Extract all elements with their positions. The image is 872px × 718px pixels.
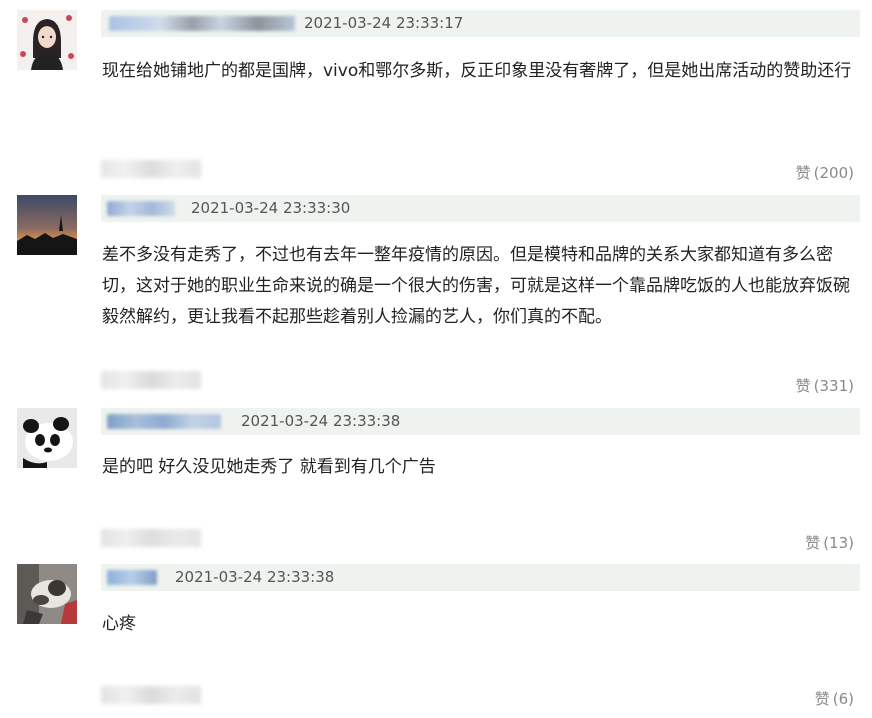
- comment-timestamp: 2021-03-24 23:33:17: [304, 14, 464, 32]
- comment-item: 2021-03-24 23:33:38 心疼 赞 (6): [0, 560, 872, 718]
- blurred-reply-area: [101, 529, 201, 547]
- blurred-username[interactable]: [107, 201, 175, 216]
- like-count: (200): [813, 164, 854, 182]
- like-count: (13): [823, 534, 854, 552]
- comment-header: 2021-03-24 23:33:17: [101, 10, 860, 37]
- avatar-image: [17, 10, 77, 70]
- like-button[interactable]: 赞 (13): [805, 533, 854, 553]
- like-label: 赞: [805, 534, 821, 552]
- comment-timestamp: 2021-03-24 23:33:30: [191, 199, 351, 217]
- comment-header: 2021-03-24 23:33:30: [101, 195, 860, 222]
- comment-item: 2021-03-24 23:33:38 是的吧 好久没见她走秀了 就看到有几个广…: [0, 404, 872, 560]
- blurred-username[interactable]: [107, 414, 221, 429]
- like-button[interactable]: 赞 (331): [796, 376, 854, 396]
- comment-item: 2021-03-24 23:33:17 现在给她铺地广的都是国牌，vivo和鄂尔…: [0, 0, 872, 190]
- avatar-image: [17, 564, 77, 624]
- user-avatar[interactable]: [17, 195, 77, 255]
- comment-header: 2021-03-24 23:33:38: [101, 564, 860, 591]
- like-label: 赞: [814, 690, 830, 708]
- blurred-reply-area: [101, 160, 201, 178]
- like-label: 赞: [795, 377, 811, 395]
- like-button[interactable]: 赞 (200): [796, 163, 854, 183]
- user-avatar[interactable]: [17, 10, 77, 70]
- like-label: 赞: [795, 164, 811, 182]
- comment-text: 差不多没有走秀了，不过也有去年一整年疫情的原因。但是模特和品牌的关系大家都知道有…: [102, 245, 850, 327]
- blurred-username[interactable]: [107, 570, 157, 585]
- like-count: (331): [813, 377, 854, 395]
- user-avatar[interactable]: [17, 564, 77, 624]
- comment-item: 2021-03-24 23:33:30 差不多没有走秀了，不过也有去年一整年疫情…: [0, 190, 872, 404]
- comment-timestamp: 2021-03-24 23:33:38: [175, 568, 335, 586]
- like-count: (6): [832, 690, 854, 708]
- avatar-image: [17, 195, 77, 255]
- blurred-reply-area: [101, 686, 201, 704]
- comment-header: 2021-03-24 23:33:38: [101, 408, 860, 435]
- comment-timestamp: 2021-03-24 23:33:38: [241, 412, 401, 430]
- comment-text: 是的吧 好久没见她走秀了 就看到有几个广告: [102, 457, 436, 477]
- blurred-username[interactable]: [109, 16, 295, 31]
- avatar-image: [17, 408, 77, 468]
- comment-text: 现在给她铺地广的都是国牌，vivo和鄂尔多斯，反正印象里没有奢牌了，但是她出席活…: [102, 61, 852, 81]
- blurred-reply-area: [101, 371, 201, 389]
- user-avatar[interactable]: [17, 408, 77, 468]
- comment-text: 心疼: [102, 614, 136, 634]
- like-button[interactable]: 赞 (6): [815, 689, 854, 709]
